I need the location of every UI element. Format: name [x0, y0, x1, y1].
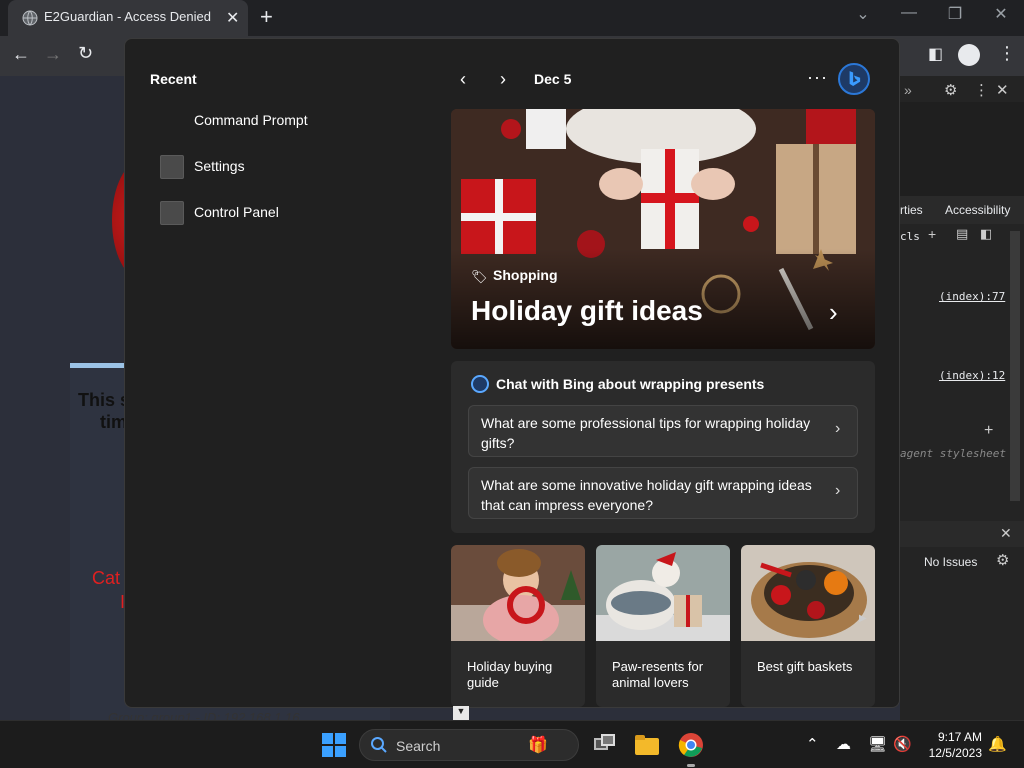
chevron-down-icon[interactable]: ▼ — [453, 706, 469, 720]
card-image — [451, 545, 585, 641]
search-icon — [371, 737, 387, 753]
bing-chat-card: Chat with Bing about wrapping presents W… — [451, 361, 875, 533]
back-arrow-icon[interactable]: ← — [12, 44, 30, 65]
restore-button[interactable]: ❐ — [932, 4, 978, 24]
bing-logo-icon[interactable] — [838, 63, 870, 95]
issues-count[interactable]: No Issues — [924, 555, 977, 569]
minimize-button[interactable]: — — [886, 4, 932, 22]
notification-bell-icon[interactable]: 🔔 — [988, 735, 1007, 753]
browser-tab-strip: E2Guardian - Access Denied ✕ + ⌄ — ❐ ✕ — [0, 0, 1024, 36]
feed-card-gift-baskets[interactable]: Best gift baskets — [741, 545, 875, 707]
task-view-icon[interactable] — [592, 732, 618, 758]
chat-suggestion[interactable]: What are some innovative holiday gift wr… — [468, 467, 858, 519]
bing-chat-icon — [471, 375, 489, 393]
chat-suggestion[interactable]: What are some professional tips for wrap… — [468, 405, 858, 457]
elements-pane — [900, 102, 1024, 196]
scrollbar[interactable] — [1010, 231, 1020, 501]
chat-card-title: Chat with Bing about wrapping presents — [496, 376, 765, 392]
denied-message-line2: tim — [100, 412, 127, 432]
new-tab-button[interactable]: + — [260, 4, 273, 30]
more-tabs-icon[interactable]: » — [904, 82, 912, 98]
tab-accessibility[interactable]: Accessibility — [945, 203, 1010, 217]
network-icon[interactable]: 🖥 — [868, 735, 887, 753]
recent-item-label: Settings — [194, 158, 245, 174]
card-label: Holiday buying guide — [467, 659, 553, 690]
tab-close-icon[interactable]: ✕ — [226, 8, 239, 28]
category-text: Cat — [92, 568, 121, 588]
clock-time[interactable]: 9:17 AM — [932, 730, 982, 744]
close-drawer-icon[interactable]: ✕ — [1000, 525, 1012, 542]
gift-icon: 🎁 — [528, 737, 548, 754]
file-explorer-icon[interactable] — [634, 732, 660, 758]
recent-item-label: Control Panel — [194, 204, 279, 220]
forward-arrow-icon[interactable]: → — [44, 44, 62, 65]
add-style-icon[interactable]: + — [984, 422, 993, 440]
paint-icon[interactable]: ▤ — [956, 226, 968, 242]
hero-category: Shopping — [493, 267, 558, 283]
card-label: Best gift baskets — [757, 659, 853, 674]
recent-item-control-panel[interactable]: Control Panel — [150, 197, 450, 233]
suggestion-text: What are some innovative holiday gift wr… — [481, 477, 812, 513]
gear-icon[interactable]: ⚙ — [996, 551, 1009, 569]
suggestion-text: What are some professional tips for wrap… — [481, 415, 811, 451]
card-label: Paw-resents for animal lovers — [612, 659, 704, 690]
chevron-left-icon[interactable]: ‹ — [460, 69, 466, 90]
settings-icon — [160, 155, 184, 179]
taskbar-search[interactable]: Search 🎁 — [359, 729, 579, 761]
feed-card-holiday-guide[interactable]: Holiday buying guide — [451, 545, 585, 707]
hero-title: Holiday gift ideas — [471, 295, 703, 326]
side-panel-icon[interactable]: ◧ — [928, 44, 943, 64]
close-icon[interactable]: ✕ — [996, 81, 1009, 99]
menu-kebab-icon[interactable]: ⋮ — [974, 81, 989, 99]
chevron-up-icon[interactable]: ⌃ — [806, 735, 819, 753]
reload-icon[interactable]: ↻ — [78, 43, 93, 64]
recent-item-command-prompt[interactable]: Command Prompt — [150, 105, 450, 141]
recent-item-settings[interactable]: Settings — [150, 151, 450, 187]
active-app-indicator — [687, 764, 695, 767]
tab-properties[interactable]: rties — [900, 203, 923, 217]
tag-icon: 🏷 — [471, 269, 488, 284]
volume-muted-icon[interactable]: 🔇 — [893, 735, 912, 753]
gear-icon[interactable]: ⚙ — [944, 81, 957, 99]
close-window-button[interactable]: ✕ — [978, 4, 1024, 24]
menu-kebab-icon[interactable]: ⋮ — [998, 43, 1016, 64]
styles-tabs: rties Accessibility — [900, 196, 1024, 224]
hero-card[interactable]: 🏷 Shopping Holiday gift ideas › — [451, 109, 875, 349]
sidebar-toggle-icon[interactable]: ◧ — [980, 226, 992, 242]
carousel-next-icon[interactable]: ▶ — [859, 613, 867, 624]
devtools-panel: » ⚙ ⋮ ✕ rties Accessibility cls + ▤ ◧ (i… — [900, 76, 1024, 720]
source-link-12[interactable]: (index):12 — [939, 369, 1005, 382]
windows-start-icon[interactable] — [322, 733, 346, 757]
control-panel-icon — [160, 201, 184, 225]
tab-search-icon[interactable]: ⌄ — [840, 4, 886, 24]
search-placeholder: Search — [396, 738, 441, 754]
card-image — [596, 545, 730, 641]
drawer-header: ✕ — [900, 521, 1024, 547]
tab-title: E2Guardian - Access Denied — [44, 9, 211, 24]
chevron-right-icon: › — [835, 482, 841, 499]
feed-date: Dec 5 — [534, 71, 572, 87]
more-options-icon[interactable]: ··· — [807, 67, 828, 88]
chevron-right-icon[interactable]: › — [500, 69, 506, 90]
start-menu-panel: Recent Command Prompt Settings Control P… — [124, 38, 900, 708]
card-image — [741, 545, 875, 641]
recent-item-label: Command Prompt — [194, 112, 308, 128]
feed-card-paw-resents[interactable]: Paw-resents for animal lovers — [596, 545, 730, 707]
recent-heading: Recent — [150, 71, 197, 87]
add-rule-icon[interactable]: + — [928, 226, 936, 242]
denied-message: This s — [78, 390, 131, 410]
clock-date[interactable]: 12/5/2023 — [922, 746, 982, 760]
chrome-icon[interactable] — [678, 732, 704, 758]
chevron-right-icon: › — [835, 420, 841, 437]
cls-toggle[interactable]: cls — [900, 230, 920, 243]
chevron-right-icon[interactable]: › — [829, 297, 838, 328]
user-agent-label: agent stylesheet — [900, 447, 1006, 460]
profile-avatar[interactable] — [958, 44, 980, 66]
onedrive-icon[interactable]: ☁ — [836, 735, 851, 753]
source-link-77[interactable]: (index):77 — [939, 290, 1005, 303]
browser-tab[interactable]: E2Guardian - Access Denied ✕ — [8, 0, 248, 36]
globe-icon — [22, 10, 38, 26]
taskbar: Search 🎁 ⌃ ☁ 🖥 🔇 9:17 AM 12/5/2023 🔔 — [0, 720, 1024, 768]
